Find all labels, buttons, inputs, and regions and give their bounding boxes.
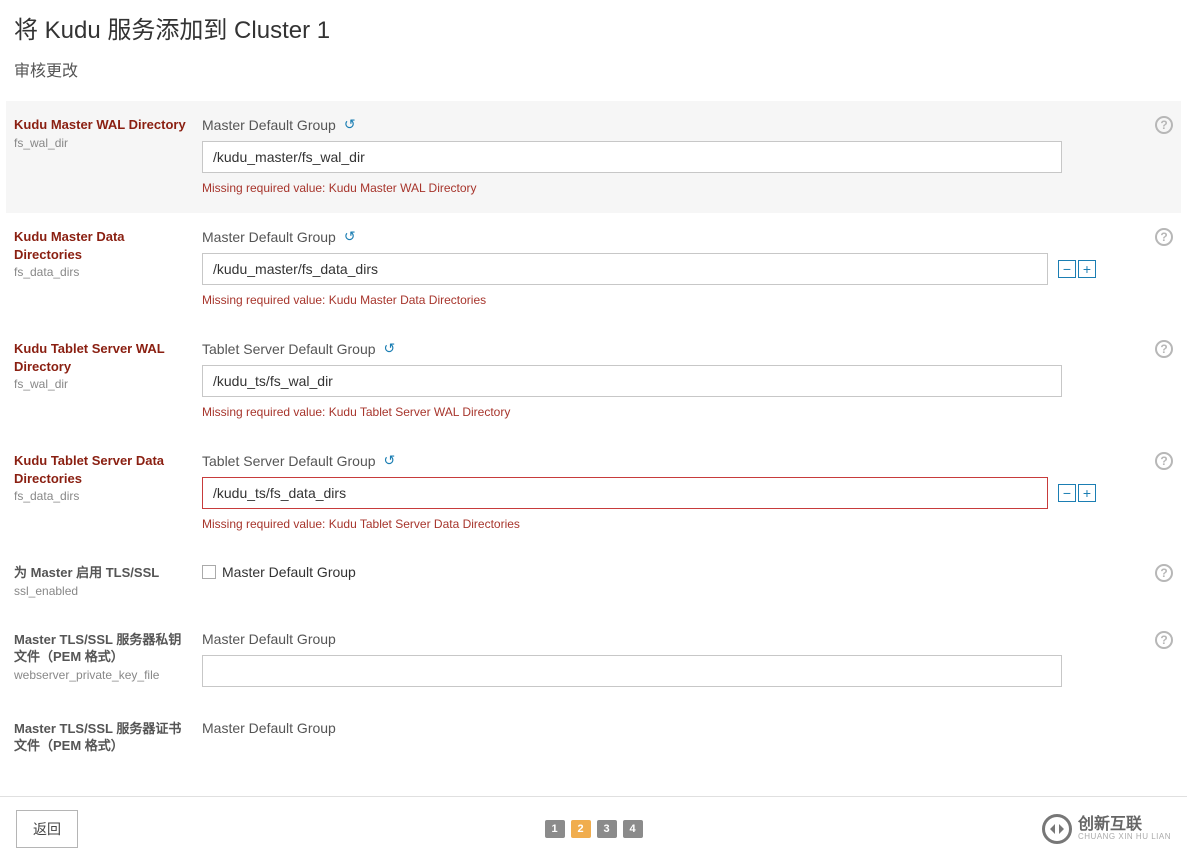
group-label-text: Master Default Group xyxy=(202,117,336,133)
brand-logo-icon xyxy=(1042,814,1072,844)
remove-button[interactable]: − xyxy=(1058,484,1076,502)
group-label-text: Tablet Server Default Group xyxy=(202,341,376,357)
row-master-data: Kudu Master Data Directories fs_data_dir… xyxy=(14,213,1173,325)
help-icon[interactable]: ? xyxy=(1155,116,1173,134)
help-icon[interactable]: ? xyxy=(1155,631,1173,649)
reset-icon[interactable]: ↺ xyxy=(384,340,396,357)
step-4[interactable]: 4 xyxy=(623,820,643,838)
help-icon[interactable]: ? xyxy=(1155,228,1173,246)
field-label: Master TLS/SSL 服务器证书文件（PEM 格式） xyxy=(14,720,192,755)
group-label-text: Tablet Server Default Group xyxy=(202,453,376,469)
label-col: Kudu Master WAL Directory fs_wal_dir xyxy=(14,116,202,195)
field-sub: fs_wal_dir xyxy=(14,377,192,391)
error-msg: Missing required value: Kudu Master WAL … xyxy=(202,181,1133,195)
help-icon[interactable]: ? xyxy=(1155,340,1173,358)
group-label: Tablet Server Default Group ↺ xyxy=(202,340,1133,357)
row-master-wal: Kudu Master WAL Directory fs_wal_dir Mas… xyxy=(6,101,1181,213)
group-label: Tablet Server Default Group ↺ xyxy=(202,452,1133,469)
brand-text-cn: 创新互联 xyxy=(1078,817,1171,833)
help-icon[interactable]: ? xyxy=(1155,564,1173,582)
step-2[interactable]: 2 xyxy=(571,820,591,838)
field-label: Master TLS/SSL 服务器私钥文件（PEM 格式） xyxy=(14,631,192,666)
ts-wal-input[interactable] xyxy=(202,365,1062,397)
reset-icon[interactable]: ↺ xyxy=(344,116,356,133)
reset-icon[interactable]: ↺ xyxy=(344,228,356,245)
add-remove-controls: − + xyxy=(1058,484,1096,502)
page-subtitle: 审核更改 xyxy=(14,57,1173,81)
step-3[interactable]: 3 xyxy=(597,820,617,838)
row-pem-cert: Master TLS/SSL 服务器证书文件（PEM 格式） Master De… xyxy=(14,705,1173,755)
group-label-text: Master Default Group xyxy=(202,229,336,245)
field-sub: fs_data_dirs xyxy=(14,489,192,503)
row-pem-key: Master TLS/SSL 服务器私钥文件（PEM 格式） webserver… xyxy=(14,616,1173,705)
main-content: 将 Kudu 服务添加到 Cluster 1 审核更改 Kudu Master … xyxy=(0,0,1187,835)
add-button[interactable]: + xyxy=(1078,260,1096,278)
pem-key-input[interactable] xyxy=(202,655,1062,687)
group-label-text: Master Default Group xyxy=(222,564,356,580)
ts-data-input[interactable] xyxy=(202,477,1048,509)
field-label: 为 Master 启用 TLS/SSL xyxy=(14,564,192,582)
row-ts-wal: Kudu Tablet Server WAL Directory fs_wal_… xyxy=(14,325,1173,437)
step-1[interactable]: 1 xyxy=(545,820,565,838)
group-label-text: Master Default Group xyxy=(202,631,336,647)
wizard-steps: 1 2 3 4 xyxy=(545,820,643,838)
field-label: Kudu Master WAL Directory xyxy=(14,116,192,134)
error-msg: Missing required value: Kudu Master Data… xyxy=(202,293,1133,307)
error-msg: Missing required value: Kudu Tablet Serv… xyxy=(202,517,1133,531)
back-button[interactable]: 返回 xyxy=(16,810,78,848)
group-label: Master Default Group xyxy=(202,631,1133,647)
error-msg: Missing required value: Kudu Tablet Serv… xyxy=(202,405,1133,419)
remove-button[interactable]: − xyxy=(1058,260,1076,278)
reset-icon[interactable]: ↺ xyxy=(384,452,396,469)
add-button[interactable]: + xyxy=(1078,484,1096,502)
master-wal-input[interactable] xyxy=(202,141,1062,173)
field-label: Kudu Master Data Directories xyxy=(14,228,192,263)
brand-text-en: CHUANG XIN HU LIAN xyxy=(1078,833,1171,841)
master-data-input[interactable] xyxy=(202,253,1048,285)
row-ssl-enabled: 为 Master 启用 TLS/SSL ssl_enabled Master D… xyxy=(14,549,1173,616)
field-sub: fs_data_dirs xyxy=(14,265,192,279)
group-label: Master Default Group ↺ xyxy=(202,116,1133,133)
group-label: Master Default Group ↺ xyxy=(202,228,1133,245)
help-icon[interactable]: ? xyxy=(1155,452,1173,470)
field-sub: ssl_enabled xyxy=(14,584,192,598)
page-title: 将 Kudu 服务添加到 Cluster 1 xyxy=(14,10,1173,45)
footer-bar: 返回 1 2 3 4 创新互联 CHUANG XIN HU LIAN xyxy=(0,796,1187,860)
field-col: Master Default Group ↺ Missing required … xyxy=(202,116,1133,195)
field-label: Kudu Tablet Server WAL Directory xyxy=(14,340,192,375)
add-remove-controls: − + xyxy=(1058,260,1096,278)
brand-logo-block: 创新互联 CHUANG XIN HU LIAN xyxy=(1042,814,1171,844)
field-sub: fs_wal_dir xyxy=(14,136,192,150)
field-label: Kudu Tablet Server Data Directories xyxy=(14,452,192,487)
row-ts-data: Kudu Tablet Server Data Directories fs_d… xyxy=(14,437,1173,549)
group-label-text: Master Default Group xyxy=(202,720,336,736)
field-sub: webserver_private_key_file xyxy=(14,668,192,682)
group-label: Master Default Group xyxy=(202,720,1133,736)
ssl-checkbox[interactable] xyxy=(202,565,216,579)
